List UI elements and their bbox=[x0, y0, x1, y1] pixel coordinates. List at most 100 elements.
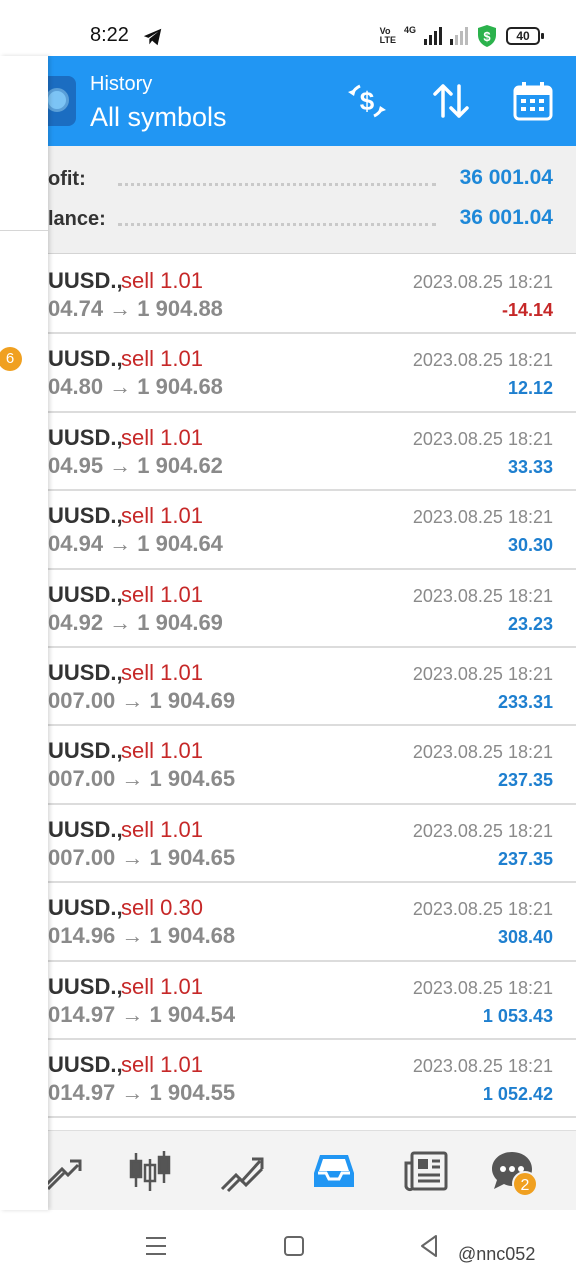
trade-profit: 1 052.42 bbox=[482, 1083, 553, 1104]
trade-symbol: UUSD., bbox=[48, 581, 123, 607]
trade-row[interactable]: UUSD., sell 1.01 04.80 → 1 904.68 2023.08.2… bbox=[0, 334, 576, 413]
trade-row[interactable]: UUSD., sell 1.01 007.00 → 1 904.65 2023.08.… bbox=[0, 805, 576, 884]
trade-profit: 308.40 bbox=[497, 927, 553, 948]
watermark-text: @nnc052 bbox=[458, 1244, 536, 1264]
bottom-tab-bar: 2 bbox=[0, 1130, 576, 1210]
trade-profit: 23.23 bbox=[507, 613, 553, 634]
trade-symbol: UUSD., bbox=[48, 816, 123, 842]
symbol-filter-title[interactable]: All symbols bbox=[90, 102, 227, 133]
trade-side-volume: sell 1.01 bbox=[121, 738, 203, 764]
svg-text:$: $ bbox=[483, 29, 491, 44]
trade-profit: 30.30 bbox=[507, 535, 553, 556]
trade-side-volume: sell 1.01 bbox=[121, 816, 203, 842]
system-navigation-bar: @nnc052 bbox=[0, 1210, 576, 1280]
trade-prices: 007.00 → 1 904.65 bbox=[48, 766, 236, 792]
balance-row: lance: 36 001.04 bbox=[0, 186, 576, 230]
trade-datetime: 2023.08.25 18:21 bbox=[412, 585, 553, 606]
account-summary: ofit: 36 001.04 lance: 36 001.04 bbox=[0, 146, 576, 254]
chart-trend-icon[interactable] bbox=[220, 1149, 264, 1193]
trade-row[interactable]: UUSD., sell 1.01 014.97 → 1 904.55 2023.08.… bbox=[0, 1040, 576, 1119]
trade-profit: -14.14 bbox=[501, 300, 553, 320]
header-subtitle: History bbox=[90, 73, 153, 95]
trade-symbol: UUSD., bbox=[48, 424, 123, 450]
trade-datetime: 2023.08.25 18:21 bbox=[412, 1055, 553, 1076]
trade-side-volume: sell 1.01 bbox=[121, 581, 203, 607]
trade-symbol: UUSD., bbox=[48, 268, 123, 293]
trade-prices: 014.97 → 1 904.55 bbox=[48, 1079, 236, 1105]
trade-row[interactable]: UUSD., sell 1.01 007.00 → 1 904.69 2023.08.… bbox=[0, 648, 576, 727]
menu-icon[interactable] bbox=[142, 1232, 170, 1260]
balance-label: lance: bbox=[48, 208, 106, 230]
trade-datetime: 2023.08.25 18:21 bbox=[412, 663, 553, 684]
network-type: 4G bbox=[403, 25, 416, 35]
trade-symbol: UUSD., bbox=[48, 738, 123, 764]
svg-text:$: $ bbox=[360, 86, 375, 116]
trade-row[interactable]: UUSD., sell 1.01 007.00 → 1 904.65 2023.08.… bbox=[0, 726, 576, 805]
trade-datetime: 2023.08.25 18:21 bbox=[412, 272, 553, 292]
trade-datetime: 2023.08.25 18:21 bbox=[412, 350, 553, 371]
trade-symbol: UUSD., bbox=[48, 346, 123, 372]
status-icons: Vo LTE 4G $ 40 bbox=[379, 22, 544, 50]
sort-icon[interactable] bbox=[430, 80, 472, 122]
trade-row[interactable]: UUSD., sell 1.01 04.95 → 1 904.62 2023.08.2… bbox=[0, 413, 576, 492]
app-header: History All symbols $ bbox=[0, 56, 576, 146]
shield-dollar-icon: $ bbox=[478, 25, 496, 47]
trade-symbol: UUSD., bbox=[48, 503, 123, 529]
trade-prices: 04.95 → 1 904.62 bbox=[48, 452, 223, 478]
calendar-icon[interactable] bbox=[512, 80, 554, 122]
trade-profit: 1 053.43 bbox=[482, 1005, 553, 1026]
trade-prices: 014.97 → 1 904.54 bbox=[48, 1001, 236, 1027]
trade-symbol: UUSD., bbox=[48, 895, 123, 921]
trade-profit: 237.35 bbox=[497, 848, 553, 869]
leader-dots bbox=[118, 223, 436, 226]
trade-row[interactable]: UUSD., sell 1.01 04.74 → 1 904.88 2023.08.2… bbox=[0, 256, 576, 335]
signal-icon-secondary bbox=[450, 27, 468, 45]
trade-prices: 007.00 → 1 904.69 bbox=[48, 687, 236, 713]
deposit-icon[interactable]: $ bbox=[346, 80, 388, 122]
status-time: 8:22 bbox=[90, 24, 129, 46]
trade-side-volume: sell 1.01 bbox=[121, 424, 203, 450]
balance-value: 36 001.04 bbox=[459, 206, 553, 229]
drawer-divider bbox=[0, 230, 48, 231]
trade-side-volume: sell 1.01 bbox=[121, 268, 203, 293]
trade-side-volume: sell 1.01 bbox=[121, 973, 203, 999]
trade-row[interactable]: UUSD., sell 0.30 014.96 → 1 904.68 2023.08.… bbox=[0, 883, 576, 962]
trade-datetime: 2023.08.25 18:21 bbox=[412, 507, 553, 528]
back-icon[interactable] bbox=[416, 1232, 444, 1260]
trade-row[interactable]: UUSD., sell 1.01 04.92 → 1 904.69 2023.08.2… bbox=[0, 570, 576, 648]
history-inbox-icon[interactable] bbox=[312, 1149, 356, 1193]
battery-icon: 40 bbox=[506, 27, 544, 45]
signal-icon bbox=[424, 27, 442, 45]
trade-profit: 12.12 bbox=[507, 378, 553, 399]
home-icon[interactable] bbox=[280, 1232, 308, 1260]
side-drawer[interactable]: 6 bbox=[0, 56, 48, 1210]
trade-row[interactable]: UUSD., sell 1.01 014.97 → 1 904.54 2023.08.… bbox=[0, 962, 576, 1040]
trade-symbol: UUSD., bbox=[48, 659, 123, 685]
trade-prices: 04.94 → 1 904.64 bbox=[48, 531, 223, 557]
trade-prices: 04.92 → 1 904.69 bbox=[48, 609, 223, 635]
trade-profit: 33.33 bbox=[507, 456, 553, 477]
trade-side-volume: sell 1.01 bbox=[121, 1051, 203, 1077]
news-icon[interactable] bbox=[404, 1149, 448, 1193]
trade-datetime: 2023.08.25 18:21 bbox=[412, 899, 553, 920]
trade-prices: 04.80 → 1 904.68 bbox=[48, 374, 223, 400]
trade-side-volume: sell 1.01 bbox=[121, 659, 203, 685]
trade-side-volume: sell 1.01 bbox=[121, 346, 203, 372]
profit-row: ofit: 36 001.04 bbox=[0, 146, 576, 190]
volte-indicator: Vo LTE bbox=[379, 26, 396, 45]
chat-badge: 2 bbox=[512, 1171, 538, 1197]
trade-prices: 04.74 → 1 904.88 bbox=[48, 296, 223, 321]
drawer-notification-badge: 6 bbox=[0, 347, 22, 371]
trade-side-volume: sell 0.30 bbox=[121, 895, 203, 921]
trade-profit: 237.35 bbox=[497, 770, 553, 791]
trade-datetime: 2023.08.25 18:21 bbox=[412, 977, 553, 998]
trade-datetime: 2023.08.25 18:21 bbox=[412, 742, 553, 763]
trade-symbol: UUSD., bbox=[48, 1051, 123, 1077]
trade-prices: 007.00 → 1 904.65 bbox=[48, 844, 236, 870]
telegram-icon bbox=[143, 28, 162, 46]
trade-datetime: 2023.08.25 18:21 bbox=[412, 820, 553, 841]
trade-symbol: UUSD., bbox=[48, 973, 123, 999]
trade-profit: 233.31 bbox=[497, 691, 553, 712]
candlestick-chart-icon[interactable] bbox=[128, 1149, 172, 1193]
trade-row[interactable]: UUSD., sell 1.01 04.94 → 1 904.64 2023.08.2… bbox=[0, 491, 576, 570]
